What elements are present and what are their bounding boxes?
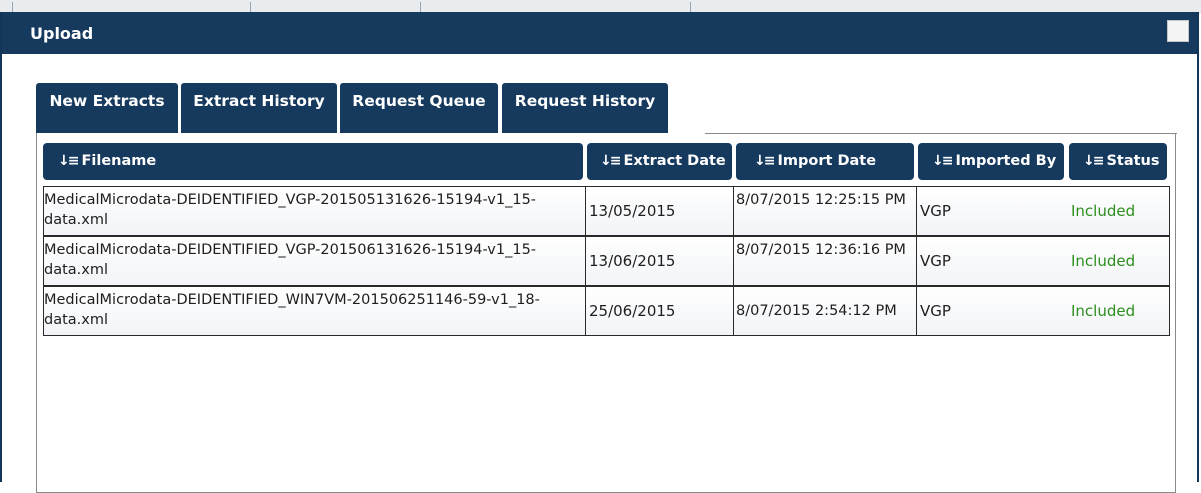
column-label: Filename xyxy=(81,153,157,169)
tab-new-extracts[interactable]: New Extracts xyxy=(36,83,178,133)
tab-request-queue[interactable]: Request Queue xyxy=(340,83,498,133)
dialog-titlebar: Upload xyxy=(2,12,1197,54)
column-label: Status xyxy=(1106,153,1160,169)
tab-request-history[interactable]: Request History xyxy=(502,83,668,133)
sort-icon: ↓≡ xyxy=(754,153,776,169)
column-label: Imported By xyxy=(955,153,1057,169)
column-header-extract-date[interactable]: ↓≡ Extract Date xyxy=(587,143,732,180)
cell-extract-date: 13/05/2015 xyxy=(586,187,734,235)
tab-label: New Extracts xyxy=(49,92,165,110)
table-row[interactable]: MedicalMicrodata-DEIDENTIFIED_VGP-201505… xyxy=(43,186,1170,236)
cell-imported-by: VGP xyxy=(920,302,951,320)
column-header-filename[interactable]: ↓≡ Filename xyxy=(43,143,583,180)
cell-extract-date: 13/06/2015 xyxy=(586,237,734,285)
sort-icon: ↓≡ xyxy=(58,153,80,169)
cell-status: Included xyxy=(1071,302,1136,320)
tab-label: Request Queue xyxy=(352,92,486,110)
column-header-status[interactable]: ↓≡ Status xyxy=(1069,143,1167,180)
cell-imported-by: VGP xyxy=(920,252,951,270)
cell-import-date: 8/07/2015 2:54:12 PM xyxy=(734,287,917,335)
panel-border xyxy=(705,133,1177,134)
cell-filename: MedicalMicrodata-DEIDENTIFIED_VGP-201505… xyxy=(44,187,586,235)
column-label: Extract Date xyxy=(623,153,726,169)
cell-filename: MedicalMicrodata-DEIDENTIFIED_VGP-201506… xyxy=(44,237,586,285)
table-row[interactable]: MedicalMicrodata-DEIDENTIFIED_WIN7VM-201… xyxy=(43,286,1170,336)
dialog-title: Upload xyxy=(30,24,94,43)
tab-extract-history[interactable]: Extract History xyxy=(181,83,337,133)
cell-status: Included xyxy=(1071,252,1136,270)
sort-icon: ↓≡ xyxy=(932,153,954,169)
sort-icon: ↓≡ xyxy=(600,153,622,169)
column-header-imported-by[interactable]: ↓≡ Imported By xyxy=(918,143,1064,180)
cell-status: Included xyxy=(1071,202,1136,220)
column-header-import-date[interactable]: ↓≡ Import Date xyxy=(736,143,914,180)
table-row[interactable]: MedicalMicrodata-DEIDENTIFIED_VGP-201506… xyxy=(43,236,1170,286)
cell-imported-by: VGP xyxy=(920,202,951,220)
tab-label: Request History xyxy=(514,92,656,110)
cell-filename: MedicalMicrodata-DEIDENTIFIED_WIN7VM-201… xyxy=(44,287,586,335)
cell-extract-date: 25/06/2015 xyxy=(586,287,734,335)
cell-import-date: 8/07/2015 12:36:16 PM xyxy=(734,237,917,285)
maximize-icon[interactable] xyxy=(1167,20,1189,42)
tab-label: Extract History xyxy=(193,92,325,110)
sort-icon: ↓≡ xyxy=(1083,153,1105,169)
cell-import-date: 8/07/2015 12:25:15 PM xyxy=(734,187,917,235)
column-label: Import Date xyxy=(777,153,877,169)
